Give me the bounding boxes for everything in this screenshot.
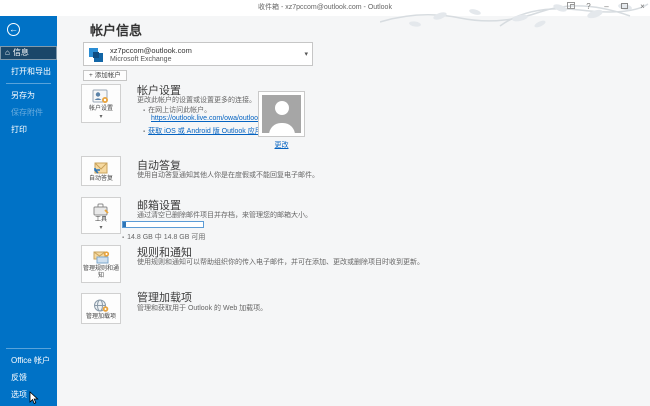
close-icon[interactable]: ×	[637, 1, 648, 13]
section-desc: 更改此帐户的设置或设置更多的连接。	[137, 95, 256, 105]
section-desc: 管理和获取用于 Outlook 的 Web 加载项。	[137, 303, 267, 313]
dropdown-arrow-icon: ▾	[82, 115, 120, 122]
mailbox-cleanup-tools-button[interactable]: 工具 ▾	[81, 197, 121, 234]
sidebar-item-open-export[interactable]: 打开和导出	[0, 64, 57, 79]
get-app-link[interactable]: ▪获取 iOS 或 Android 版 Outlook 应用。	[143, 126, 269, 136]
add-account-button[interactable]: +添加帐户	[83, 70, 127, 81]
storage-text: ▪14.8 GB 中 14.8 GB 可用	[122, 232, 205, 242]
help-icon[interactable]: ?	[583, 1, 594, 13]
titlebar: 收件箱 - xz7pccom@outlook.com - Outlook ? –…	[0, 0, 650, 16]
sidebar-item-options[interactable]: 选项	[0, 387, 57, 402]
home-icon: ⌂	[5, 48, 10, 57]
bullet-icon: ▪	[143, 108, 145, 114]
section-desc: 通过清空已删除邮件项目并存档，来管理您的邮箱大小。	[137, 210, 312, 220]
account-settings-button[interactable]: 帐户设置 ▾	[81, 84, 121, 123]
back-button[interactable]: ←	[7, 23, 20, 36]
backstage-sidebar: ← ⌂信息 打开和导出 另存为 保存附件 打印 Office 帐户 反馈 选项	[0, 16, 57, 406]
sidebar-item-print[interactable]: 打印	[0, 122, 57, 137]
mailbox-quota-bar	[122, 221, 204, 228]
sidebar-item-feedback[interactable]: 反馈	[0, 370, 57, 385]
avatar	[258, 91, 305, 137]
auto-reply-icon	[92, 161, 110, 175]
exchange-icon	[88, 47, 104, 63]
addins-icon	[92, 298, 110, 313]
maximize-icon[interactable]	[619, 1, 630, 13]
page-title: 帐户信息	[90, 20, 142, 39]
chevron-down-icon[interactable]: ▾	[304, 50, 308, 58]
sidebar-item-label: 信息	[13, 48, 29, 57]
dropdown-arrow-icon: ▾	[82, 226, 120, 233]
outlook-backstage-window: 收件箱 - xz7pccom@outlook.com - Outlook ? –…	[0, 0, 650, 406]
sidebar-divider	[6, 83, 51, 84]
plus-icon: +	[89, 72, 93, 79]
account-type: Microsoft Exchange	[110, 56, 171, 63]
sidebar-item-info[interactable]: ⌂信息	[0, 46, 57, 60]
sidebar-divider	[6, 348, 51, 349]
account-email: xz7pccom@outlook.com	[110, 46, 192, 55]
bullet-icon: ▪	[122, 235, 124, 241]
sidebar-item-save-attachments: 保存附件	[0, 105, 57, 120]
bullet-item: ▪在网上访问此帐户。	[143, 105, 211, 115]
bullet-icon: ▪	[143, 129, 145, 135]
tools-icon	[92, 202, 110, 216]
window-title: 收件箱 - xz7pccom@outlook.com - Outlook	[0, 2, 650, 12]
account-info-page: 帐户信息 xz7pccom@outlook.com Microsoft Exch…	[57, 16, 650, 406]
sidebar-item-save-as[interactable]: 另存为	[0, 88, 57, 103]
section-desc: 使用规则和通知可以帮助组织你的传入电子邮件，并可在添加、更改或删除项目时收到更新…	[137, 257, 457, 267]
manage-addins-button[interactable]: 管理加载项	[81, 293, 121, 324]
automatic-replies-button[interactable]: 自动答复	[81, 156, 121, 186]
account-settings-icon	[92, 89, 110, 105]
account-selector[interactable]: xz7pccom@outlook.com Microsoft Exchange …	[83, 42, 313, 66]
section-desc: 使用自动答复通知其他人你是在度假或不能回复电子邮件。	[137, 170, 319, 180]
rules-alerts-icon	[92, 250, 110, 265]
sidebar-item-office-account[interactable]: Office 帐户	[0, 353, 57, 368]
minimize-icon[interactable]: –	[601, 1, 612, 13]
manage-rules-alerts-button[interactable]: 管理规则和通知	[81, 245, 121, 283]
window-switch-icon[interactable]	[565, 1, 576, 13]
change-photo-link[interactable]: 更改	[258, 140, 305, 150]
